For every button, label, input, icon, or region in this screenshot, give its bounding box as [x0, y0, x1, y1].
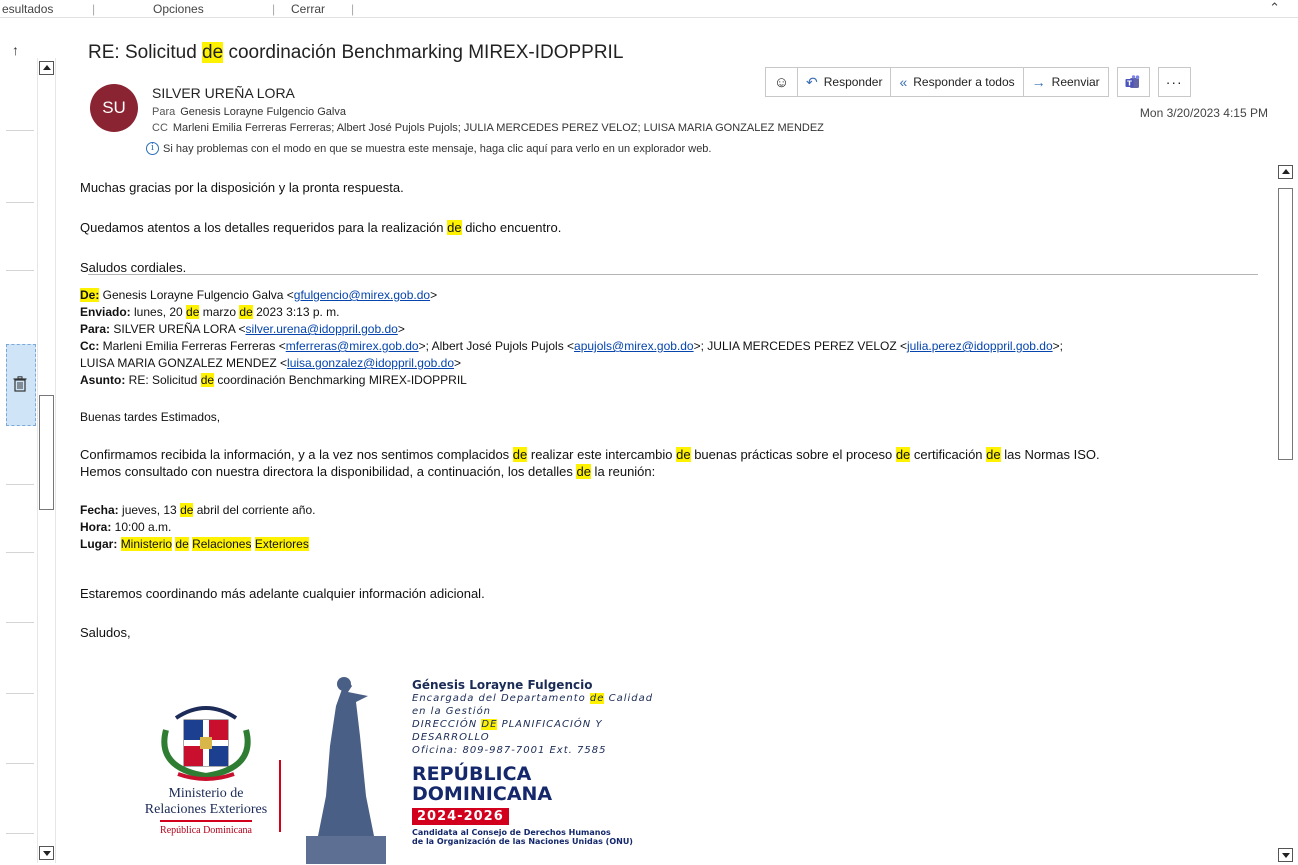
arrow-up-icon[interactable]: ↑ [12, 42, 19, 58]
email-link[interactable]: silver.urena@idoppril.gob.do [246, 322, 398, 336]
teams-button[interactable]: T [1116, 67, 1150, 97]
body-paragraph: Saludos cordiales. [80, 260, 187, 275]
email-link[interactable]: luisa.gonzalez@idoppril.gob.do [287, 356, 454, 370]
more-actions-button[interactable]: ··· [1157, 67, 1191, 97]
cc-line: CC Marleni Emilia Ferreras Ferreras; Albe… [152, 122, 824, 134]
divider [6, 270, 34, 271]
reply-button[interactable]: ↶ Responder [797, 67, 892, 97]
coat-of-arms-icon [161, 706, 251, 781]
scroll-up-button[interactable] [1278, 165, 1293, 179]
message-scrollbar[interactable] [1277, 160, 1296, 865]
list-scrollbar[interactable] [37, 58, 56, 863]
to-recipient[interactable]: Genesis Lorayne Fulgencio Galva [180, 106, 346, 118]
quote-separator [88, 274, 1258, 275]
reply-all-icon: « [899, 74, 908, 90]
divider: | [351, 2, 355, 16]
smile-icon: ☺ [773, 73, 790, 91]
collapse-caret-icon[interactable]: ⌃ [1269, 0, 1280, 16]
country-logo: REPÚBLICA DOMINICANA [412, 763, 553, 805]
message-list-pane: ↑ [0, 18, 37, 865]
candidacy-note: Candidata al Consejo de Derechos Humanos… [412, 828, 633, 846]
forward-button[interactable]: → Reenviar [1022, 67, 1109, 97]
message-actions: ☺ ↶ Responder «Responder a todos → Reenvia… [765, 67, 1191, 97]
email-link[interactable]: gfulgencio@mirex.gob.do [294, 288, 430, 302]
delete-button[interactable] [6, 344, 36, 426]
info-icon: i [146, 142, 159, 155]
forward-from: De: Genesis Lorayne Fulgencio Galva <gfu… [80, 288, 438, 302]
divider [6, 484, 34, 485]
divider: | [272, 2, 276, 16]
reply-icon: ↶ [806, 73, 818, 90]
email-link[interactable]: mferreras@mirex.gob.do [286, 339, 419, 353]
divider [6, 552, 34, 553]
body-paragraph: Estaremos coordinando más adelante cualq… [80, 586, 485, 601]
forward-icon: → [1031, 74, 1046, 90]
meeting-place: Lugar: Ministerio de Relaciones Exterior… [80, 537, 309, 551]
divider [6, 130, 34, 131]
scroll-up-button[interactable] [39, 61, 54, 75]
body-paragraph: Muchas gracias por la disposición y la p… [80, 180, 404, 195]
term-badge: 2024-2026 [412, 808, 509, 825]
scroll-down-button[interactable] [39, 846, 54, 860]
close-tab[interactable]: Cerrar [291, 2, 325, 16]
divider [6, 693, 34, 694]
divider: | [92, 2, 96, 16]
reaction-button[interactable]: ☺ [765, 67, 798, 97]
meeting-time: Hora: 10:00 a.m. [80, 520, 172, 534]
divider [6, 833, 34, 834]
options-tab[interactable]: Opciones [153, 2, 204, 16]
scroll-down-button[interactable] [1278, 848, 1293, 862]
body-paragraph: Quedamos atentos a los detalles requerid… [80, 220, 562, 235]
body-paragraph: Hemos consultado con nuestra directora l… [80, 464, 656, 479]
sent-date: Mon 3/20/2023 4:15 PM [1139, 106, 1268, 120]
divider [6, 763, 34, 764]
scroll-thumb[interactable] [1278, 188, 1293, 460]
svg-text:T: T [1127, 79, 1132, 87]
email-link[interactable]: apujols@mirex.gob.do [574, 339, 694, 353]
body-paragraph: Saludos, [80, 625, 131, 640]
browser-view-notice[interactable]: i Si hay problemas con el modo en que se … [146, 142, 712, 155]
email-link[interactable]: julia.perez@idoppril.gob.do [907, 339, 1053, 353]
body-paragraph: Confirmamos recibida la información, y a… [80, 447, 1100, 462]
sender-avatar[interactable]: SU [90, 84, 138, 132]
teams-icon: T [1125, 74, 1140, 88]
results-tab[interactable]: esultados [2, 2, 53, 16]
forward-cc: Cc: Marleni Emilia Ferreras Ferreras <mf… [80, 339, 1063, 353]
email-signature: Ministerio de Relaciones Exteriores Repú… [126, 672, 766, 865]
top-strip: esultados | Opciones | Cerrar | ⌃ [0, 0, 1298, 18]
sender-name[interactable]: SILVER UREÑA LORA [152, 85, 295, 101]
divider [6, 622, 34, 623]
forward-cc-cont: LUISA MARIA GONZALEZ MENDEZ <luisa.gonza… [80, 356, 462, 370]
email-subject: RE: Solicitud de coordinación Benchmarki… [88, 42, 624, 63]
forward-subject: Asunto: RE: Solicitud de coordinación Be… [80, 373, 467, 387]
trash-icon [13, 376, 27, 392]
to-line: Para Genesis Lorayne Fulgencio Galva [152, 106, 346, 118]
statue-icon [306, 677, 386, 864]
scroll-thumb[interactable] [39, 395, 54, 510]
signature-text: Génesis Lorayne Fulgencio Encargada del … [412, 678, 654, 846]
divider [6, 202, 34, 203]
meeting-date: Fecha: jueves, 13 de abril del corriente… [80, 503, 316, 517]
greeting: Buenas tardes Estimados, [80, 410, 221, 424]
forward-to: Para: SILVER UREÑA LORA <silver.urena@id… [80, 322, 405, 336]
divider [279, 760, 281, 832]
ministry-logo: Ministerio de Relaciones Exteriores Repú… [144, 786, 268, 836]
forward-sent: Enviado: lunes, 20 de marzo de 2023 3:13… [80, 305, 340, 319]
reply-all-button[interactable]: «Responder a todos [890, 67, 1024, 97]
cc-recipients[interactable]: Marleni Emilia Ferreras Ferreras; Albert… [173, 122, 824, 134]
